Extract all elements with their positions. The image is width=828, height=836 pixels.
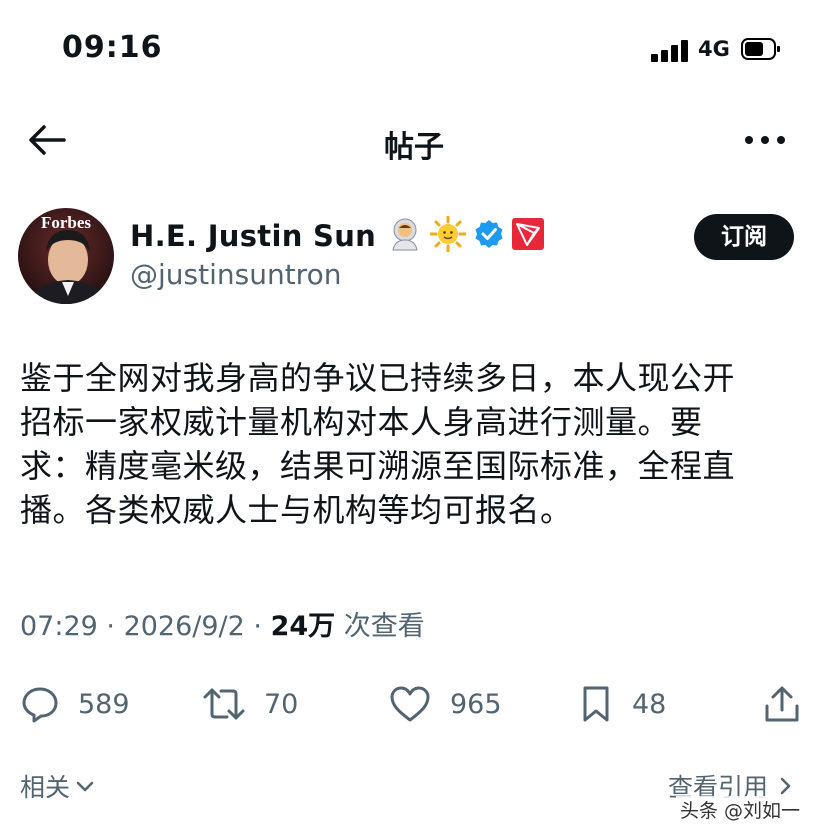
- top-nav: 帖子: [0, 108, 828, 172]
- related-label: 相关: [20, 773, 71, 802]
- share-icon: [765, 686, 799, 722]
- bookmark-count: 48: [632, 688, 667, 720]
- view-count-label: 次查看: [343, 611, 425, 642]
- avatar-forbes-text: Forbes: [41, 213, 91, 232]
- status-time: 09:16: [62, 30, 163, 65]
- watermark: 头条 @刘如一: [676, 796, 805, 823]
- reply-button[interactable]: 589: [20, 680, 130, 728]
- author-name[interactable]: H.E. Justin Sun: [130, 219, 376, 253]
- status-bar: 09:16 4G: [0, 0, 828, 100]
- bookmark-button[interactable]: 48: [578, 680, 666, 728]
- reply-icon: [22, 687, 58, 723]
- repost-count: 70: [264, 688, 299, 720]
- view-count: 24万: [270, 611, 336, 642]
- sun-emoji-icon: [429, 215, 467, 256]
- avatar[interactable]: Forbes: [18, 208, 114, 304]
- repost-icon: [203, 688, 245, 720]
- tron-logo-icon: [512, 218, 545, 254]
- related-link[interactable]: 相关: [20, 768, 96, 804]
- reply-count: 589: [78, 688, 130, 720]
- signal-icon: [651, 40, 689, 62]
- post-date[interactable]: 2026/9/2: [124, 611, 245, 642]
- network-type: 4G: [698, 37, 730, 61]
- action-bar: 589 70 965 48: [0, 680, 828, 728]
- author-name-row: H.E. Justin Sun: [130, 214, 545, 258]
- subscribe-button[interactable]: 订阅: [694, 214, 794, 260]
- chevron-right-icon: [780, 777, 791, 795]
- post-body: 鉴于全网对我身高的争议已持续多日，本人现公开 招标一家权威计量机构对本人身高进行…: [20, 356, 820, 532]
- share-button[interactable]: [762, 680, 802, 728]
- post-line: 招标一家权威计量机构对本人身高进行测量。要: [20, 403, 703, 441]
- post-line: 求：精度毫米级，结果可溯源至国际标准，全程直: [20, 447, 736, 485]
- heart-icon: [390, 686, 430, 722]
- post-time[interactable]: 07:29: [20, 611, 98, 642]
- like-button[interactable]: 965: [388, 680, 502, 728]
- avatar-image: Forbes: [18, 208, 114, 304]
- post-line: 鉴于全网对我身高的争议已持续多日，本人现公开: [20, 359, 736, 397]
- repost-button[interactable]: 70: [202, 680, 298, 728]
- author-handle[interactable]: @justinsuntron: [130, 258, 341, 291]
- battery-icon: [741, 38, 780, 60]
- post-line: 播。各类权威人士与机构等均可报名。: [20, 491, 573, 529]
- more-options-icon[interactable]: [740, 128, 790, 152]
- chevron-down-icon: [76, 781, 94, 792]
- astronaut-emoji-icon: [388, 217, 422, 255]
- like-count: 965: [450, 688, 502, 720]
- bookmark-icon: [583, 686, 609, 722]
- post-meta: 07:29 · 2026/9/2 · 24万 次查看: [20, 611, 425, 642]
- page-title: 帖子: [384, 130, 444, 165]
- verified-badge-icon: [474, 219, 504, 253]
